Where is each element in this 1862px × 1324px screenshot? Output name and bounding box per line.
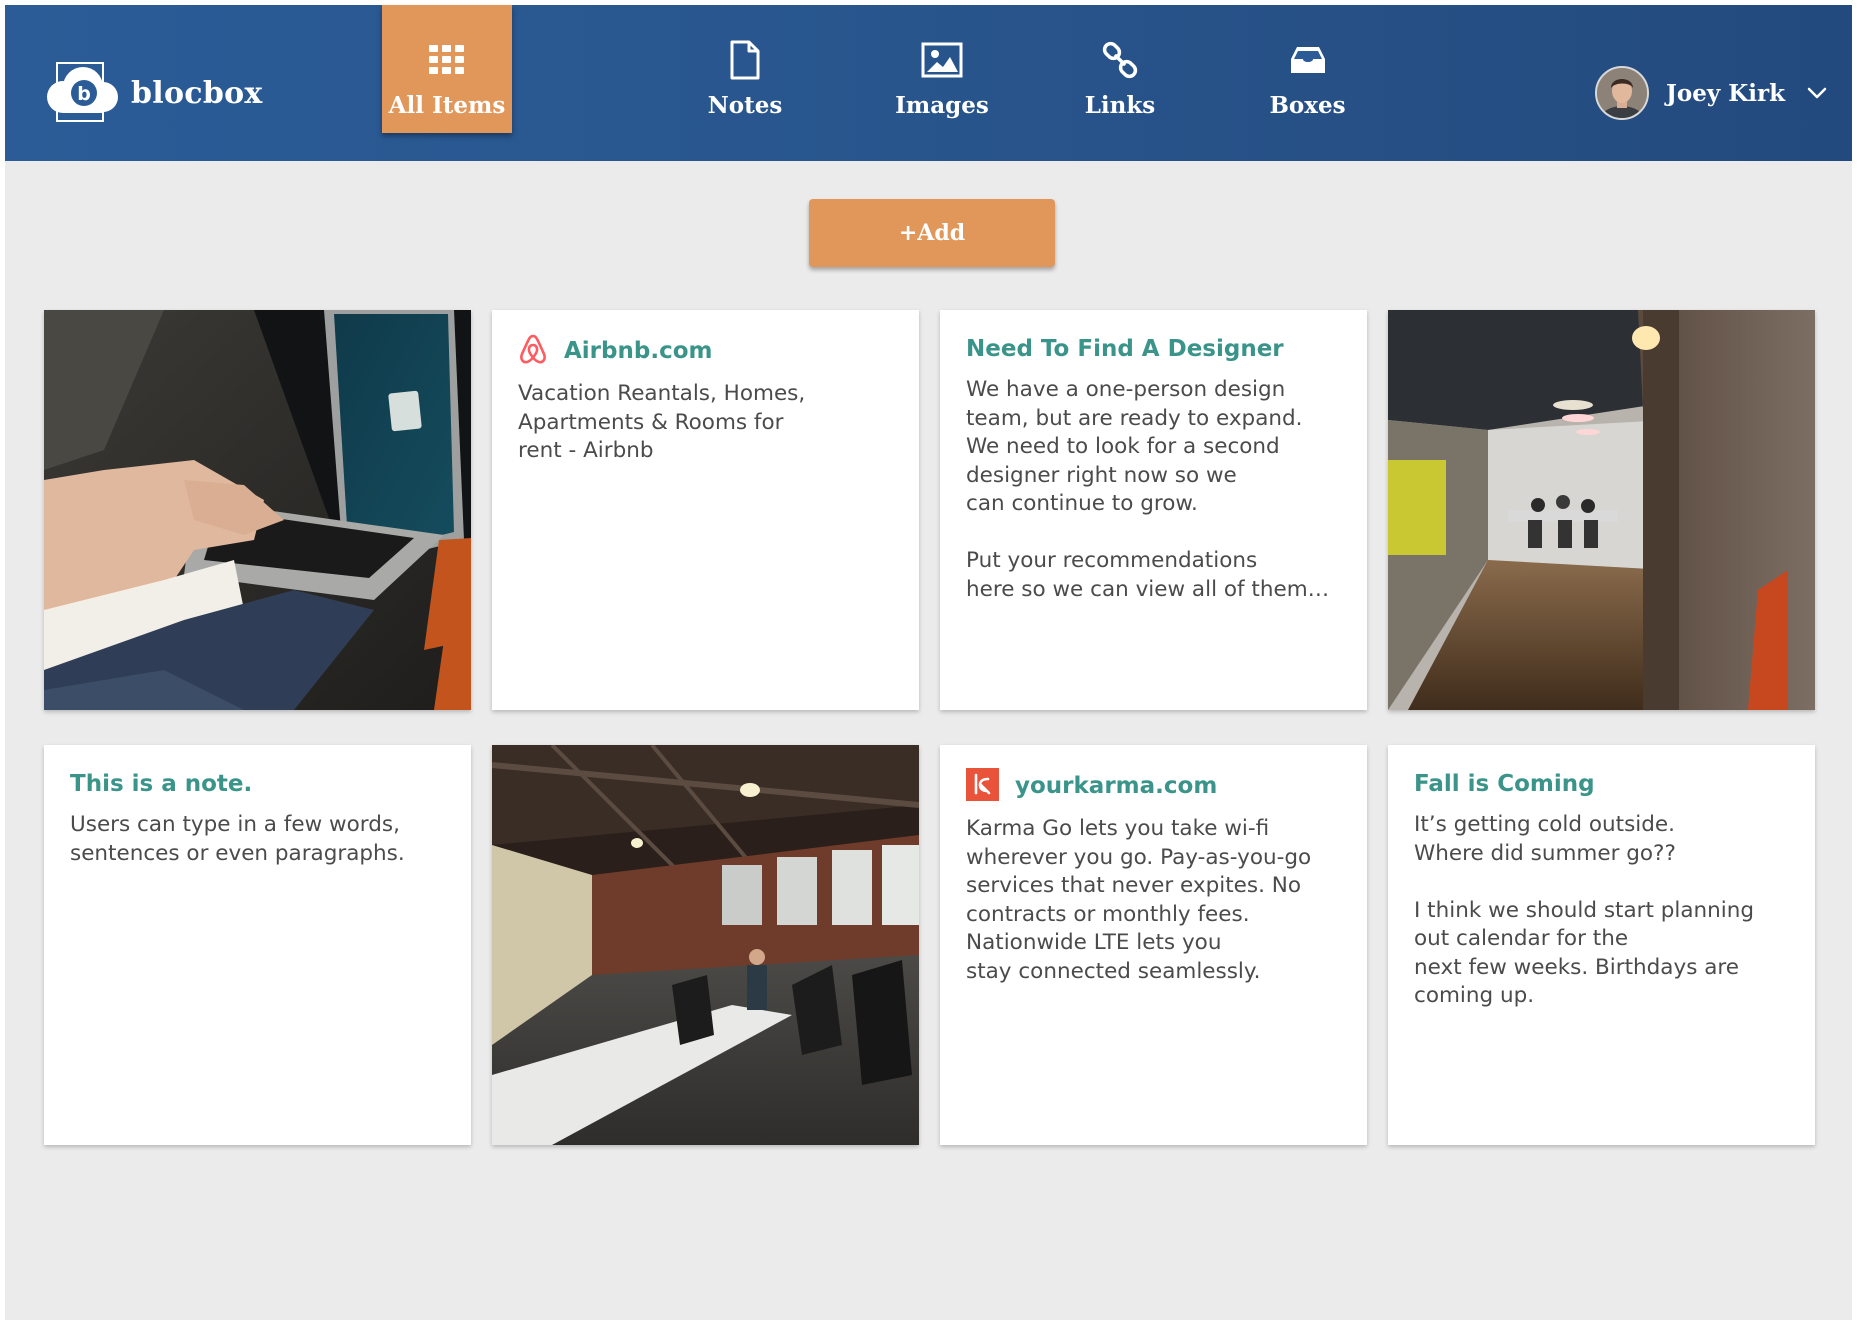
cloud-logo-icon: b (43, 59, 123, 127)
tab-label: Boxes (1269, 92, 1346, 119)
note-icon (723, 38, 767, 82)
link-icon (1098, 38, 1142, 82)
card-header: Airbnb.com (518, 334, 893, 368)
tab-label: All Items (388, 92, 506, 119)
card-body: It’s getting cold outside. Where did sum… (1414, 812, 1755, 1008)
card-body: Karma Go lets you take wi-fi wherever yo… (966, 816, 1312, 984)
image-icon (920, 38, 964, 82)
app-window: b blocbox All Items Notes Images Links B… (5, 5, 1852, 1320)
inbox-icon (1286, 38, 1330, 82)
card-title[interactable]: yourkarma.com (1015, 771, 1217, 801)
tab-all-items[interactable]: All Items (382, 5, 512, 133)
tab-notes[interactable]: Notes (685, 5, 805, 133)
link-card-karma[interactable]: yourkarma.com Karma Go lets you take wi-… (940, 745, 1367, 1145)
avatar (1595, 66, 1649, 120)
laptop-photo (44, 310, 471, 710)
card-title[interactable]: Airbnb.com (564, 336, 712, 366)
tab-label: Images (895, 92, 989, 119)
karma-icon (966, 767, 999, 805)
user-name: Joey Kirk (1666, 79, 1786, 107)
grid-icon (425, 38, 469, 82)
brand-logo[interactable]: b blocbox (43, 57, 263, 129)
card-body: We have a one-person design team, but ar… (966, 377, 1330, 602)
card-body: Vacation Reantals, Homes, Apartments & R… (518, 381, 806, 463)
office-hallway-photo (1388, 310, 1815, 710)
note-card-basic[interactable]: This is a note. Users can type in a few … (44, 745, 471, 1145)
tab-label: Links (1084, 92, 1156, 119)
link-card-airbnb[interactable]: Airbnb.com Vacation Reantals, Homes, Apa… (492, 310, 919, 710)
tab-images[interactable]: Images (877, 5, 1007, 133)
brand-name: blocbox (131, 75, 263, 111)
image-card-open-office[interactable] (492, 745, 919, 1145)
note-card-designer[interactable]: Need To Find A Designer We have a one-pe… (940, 310, 1367, 710)
svg-text:b: b (77, 83, 91, 105)
card-body: Users can type in a few words, sentences… (70, 812, 405, 866)
tab-label: Notes (707, 92, 783, 119)
card-title: Need To Find A Designer (966, 336, 1284, 362)
card-title: This is a note. (70, 771, 253, 797)
top-navigation-bar: b blocbox All Items Notes Images Links B… (5, 5, 1852, 161)
airbnb-icon (518, 333, 548, 369)
card-header: yourkarma.com (966, 767, 1341, 805)
image-card-laptop[interactable] (44, 310, 471, 710)
user-menu[interactable]: Joey Kirk (1595, 65, 1829, 121)
tab-boxes[interactable]: Boxes (1245, 5, 1370, 133)
image-card-hallway[interactable] (1388, 310, 1815, 710)
open-office-photo (492, 745, 919, 1145)
chevron-down-icon[interactable] (1807, 86, 1829, 100)
add-button[interactable]: +Add (809, 199, 1055, 267)
note-card-fall[interactable]: Fall is Coming It’s getting cold outside… (1388, 745, 1815, 1145)
card-title: Fall is Coming (1414, 771, 1595, 797)
tab-links[interactable]: Links (1065, 5, 1175, 133)
